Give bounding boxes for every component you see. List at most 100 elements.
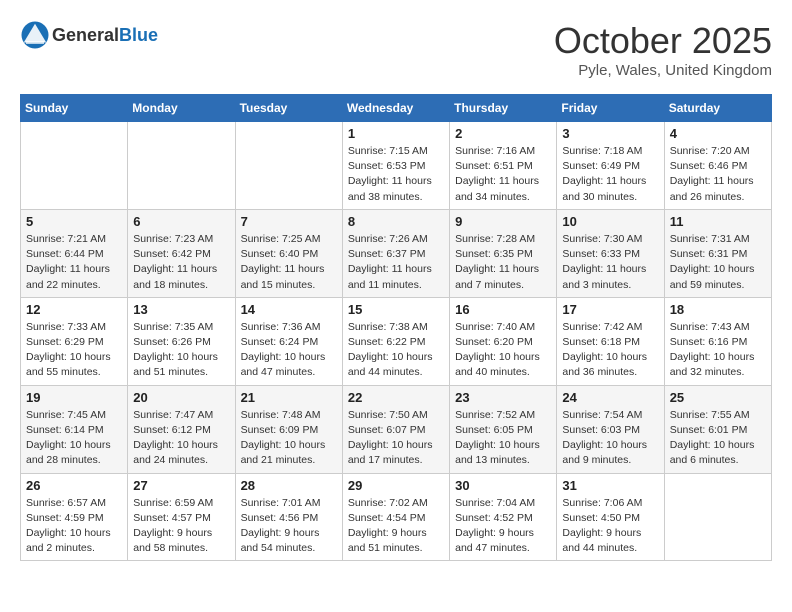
calendar-cell: 31Sunrise: 7:06 AM Sunset: 4:50 PM Dayli… — [557, 473, 664, 561]
day-number: 10 — [562, 214, 658, 229]
day-number: 14 — [241, 302, 337, 317]
calendar-cell: 4 Sunrise: 7:20 AM Sunset: 6:46 PM Daylig… — [664, 122, 771, 210]
title-block: October 2025 Pyle, Wales, United Kingdom — [554, 20, 772, 79]
calendar-header-row: SundayMondayTuesdayWednesdayThursdayFrid… — [21, 95, 772, 122]
day-info: Sunrise: 7:35 AM Sunset: 6:26 PM Dayligh… — [133, 320, 229, 381]
calendar-cell: 27Sunrise: 6:59 AM Sunset: 4:57 PM Dayli… — [128, 473, 235, 561]
day-info: Sunrise: 7:31 AM Sunset: 6:31 PM Dayligh… — [670, 232, 766, 293]
logo-icon — [20, 20, 50, 50]
calendar-cell: 7 Sunrise: 7:25 AM Sunset: 6:40 PM Daylig… — [235, 209, 342, 297]
calendar-cell — [235, 122, 342, 210]
calendar-cell: 20 Sunrise: 7:47 AM Sunset: 6:12 PM Dayli… — [128, 385, 235, 473]
day-number: 26 — [26, 478, 122, 493]
calendar-cell: 28 Sunrise: 7:01 AM Sunset: 4:56 PM Dayli… — [235, 473, 342, 561]
day-info: Sunrise: 7:48 AM Sunset: 6:09 PM Dayligh… — [241, 408, 337, 469]
calendar-cell — [128, 122, 235, 210]
day-info: Sunrise: 7:42 AM Sunset: 6:18 PM Dayligh… — [562, 320, 658, 381]
calendar-cell: 1 Sunrise: 7:15 AM Sunset: 6:53 PM Daylig… — [342, 122, 449, 210]
column-header-tuesday: Tuesday — [235, 95, 342, 122]
calendar-cell: 18Sunrise: 7:43 AM Sunset: 6:16 PM Dayli… — [664, 297, 771, 385]
day-info: Sunrise: 7:01 AM Sunset: 4:56 PM Dayligh… — [241, 496, 337, 557]
day-number: 19 — [26, 390, 122, 405]
day-info: Sunrise: 7:52 AM Sunset: 6:05 PM Dayligh… — [455, 408, 551, 469]
calendar-cell: 25 Sunrise: 7:55 AM Sunset: 6:01 PM Dayli… — [664, 385, 771, 473]
column-header-friday: Friday — [557, 95, 664, 122]
calendar-week-row: 5Sunrise: 7:21 AM Sunset: 6:44 PM Daylig… — [21, 209, 772, 297]
calendar-week-row: 26 Sunrise: 6:57 AM Sunset: 4:59 PM Dayli… — [21, 473, 772, 561]
day-info: Sunrise: 7:18 AM Sunset: 6:49 PM Dayligh… — [562, 144, 658, 205]
day-info: Sunrise: 6:57 AM Sunset: 4:59 PM Dayligh… — [26, 496, 122, 557]
calendar-table: SundayMondayTuesdayWednesdayThursdayFrid… — [20, 94, 772, 561]
day-info: Sunrise: 7:30 AM Sunset: 6:33 PM Dayligh… — [562, 232, 658, 293]
day-number: 24 — [562, 390, 658, 405]
column-header-thursday: Thursday — [450, 95, 557, 122]
column-header-saturday: Saturday — [664, 95, 771, 122]
day-number: 17 — [562, 302, 658, 317]
day-info: Sunrise: 7:38 AM Sunset: 6:22 PM Dayligh… — [348, 320, 444, 381]
calendar-cell: 12 Sunrise: 7:33 AM Sunset: 6:29 PM Dayli… — [21, 297, 128, 385]
calendar-week-row: 12 Sunrise: 7:33 AM Sunset: 6:29 PM Dayli… — [21, 297, 772, 385]
calendar-cell: 30 Sunrise: 7:04 AM Sunset: 4:52 PM Dayli… — [450, 473, 557, 561]
calendar-cell: 22Sunrise: 7:50 AM Sunset: 6:07 PM Dayli… — [342, 385, 449, 473]
calendar-cell: 19 Sunrise: 7:45 AM Sunset: 6:14 PM Dayli… — [21, 385, 128, 473]
day-info: Sunrise: 7:50 AM Sunset: 6:07 PM Dayligh… — [348, 408, 444, 469]
calendar-cell: 24 Sunrise: 7:54 AM Sunset: 6:03 PM Dayli… — [557, 385, 664, 473]
day-number: 30 — [455, 478, 551, 493]
day-number: 7 — [241, 214, 337, 229]
day-number: 25 — [670, 390, 766, 405]
day-info: Sunrise: 7:20 AM Sunset: 6:46 PM Dayligh… — [670, 144, 766, 205]
day-info: Sunrise: 7:15 AM Sunset: 6:53 PM Dayligh… — [348, 144, 444, 205]
day-number: 2 — [455, 126, 551, 141]
day-info: Sunrise: 7:28 AM Sunset: 6:35 PM Dayligh… — [455, 232, 551, 293]
column-header-sunday: Sunday — [21, 95, 128, 122]
day-number: 9 — [455, 214, 551, 229]
day-info: Sunrise: 7:25 AM Sunset: 6:40 PM Dayligh… — [241, 232, 337, 293]
day-number: 3 — [562, 126, 658, 141]
day-number: 16 — [455, 302, 551, 317]
day-info: Sunrise: 7:43 AM Sunset: 6:16 PM Dayligh… — [670, 320, 766, 381]
day-info: Sunrise: 7:26 AM Sunset: 6:37 PM Dayligh… — [348, 232, 444, 293]
calendar-cell: 17 Sunrise: 7:42 AM Sunset: 6:18 PM Dayli… — [557, 297, 664, 385]
location: Pyle, Wales, United Kingdom — [554, 62, 772, 79]
day-number: 4 — [670, 126, 766, 141]
calendar-cell — [21, 122, 128, 210]
day-info: Sunrise: 7:16 AM Sunset: 6:51 PM Dayligh… — [455, 144, 551, 205]
day-info: Sunrise: 7:06 AM Sunset: 4:50 PM Dayligh… — [562, 496, 658, 557]
calendar-cell: 2 Sunrise: 7:16 AM Sunset: 6:51 PM Daylig… — [450, 122, 557, 210]
day-number: 13 — [133, 302, 229, 317]
calendar-cell: 8Sunrise: 7:26 AM Sunset: 6:37 PM Daylig… — [342, 209, 449, 297]
calendar-cell: 9 Sunrise: 7:28 AM Sunset: 6:35 PM Daylig… — [450, 209, 557, 297]
day-number: 6 — [133, 214, 229, 229]
calendar-cell: 15Sunrise: 7:38 AM Sunset: 6:22 PM Dayli… — [342, 297, 449, 385]
day-info: Sunrise: 7:40 AM Sunset: 6:20 PM Dayligh… — [455, 320, 551, 381]
day-number: 11 — [670, 214, 766, 229]
day-info: Sunrise: 7:47 AM Sunset: 6:12 PM Dayligh… — [133, 408, 229, 469]
calendar-cell: 21 Sunrise: 7:48 AM Sunset: 6:09 PM Dayli… — [235, 385, 342, 473]
calendar-cell: 16 Sunrise: 7:40 AM Sunset: 6:20 PM Dayli… — [450, 297, 557, 385]
calendar-cell — [664, 473, 771, 561]
day-info: Sunrise: 7:33 AM Sunset: 6:29 PM Dayligh… — [26, 320, 122, 381]
day-number: 21 — [241, 390, 337, 405]
page-header: GeneralBlue October 2025 Pyle, Wales, Un… — [20, 20, 772, 79]
calendar-cell: 13 Sunrise: 7:35 AM Sunset: 6:26 PM Dayli… — [128, 297, 235, 385]
month-title: October 2025 — [554, 20, 772, 62]
day-info: Sunrise: 7:55 AM Sunset: 6:01 PM Dayligh… — [670, 408, 766, 469]
day-info: Sunrise: 7:54 AM Sunset: 6:03 PM Dayligh… — [562, 408, 658, 469]
calendar-cell: 26 Sunrise: 6:57 AM Sunset: 4:59 PM Dayli… — [21, 473, 128, 561]
calendar-cell: 3 Sunrise: 7:18 AM Sunset: 6:49 PM Daylig… — [557, 122, 664, 210]
day-info: Sunrise: 7:45 AM Sunset: 6:14 PM Dayligh… — [26, 408, 122, 469]
day-number: 5 — [26, 214, 122, 229]
calendar-week-row: 19 Sunrise: 7:45 AM Sunset: 6:14 PM Dayli… — [21, 385, 772, 473]
logo-blue: Blue — [119, 25, 158, 45]
day-number: 20 — [133, 390, 229, 405]
calendar-cell: 14Sunrise: 7:36 AM Sunset: 6:24 PM Dayli… — [235, 297, 342, 385]
calendar-cell: 6Sunrise: 7:23 AM Sunset: 6:42 PM Daylig… — [128, 209, 235, 297]
day-number: 1 — [348, 126, 444, 141]
logo-general: General — [52, 25, 119, 45]
calendar-cell: 5Sunrise: 7:21 AM Sunset: 6:44 PM Daylig… — [21, 209, 128, 297]
calendar-cell: 11 Sunrise: 7:31 AM Sunset: 6:31 PM Dayli… — [664, 209, 771, 297]
day-info: Sunrise: 7:04 AM Sunset: 4:52 PM Dayligh… — [455, 496, 551, 557]
day-number: 28 — [241, 478, 337, 493]
calendar-cell: 10 Sunrise: 7:30 AM Sunset: 6:33 PM Dayli… — [557, 209, 664, 297]
day-number: 12 — [26, 302, 122, 317]
